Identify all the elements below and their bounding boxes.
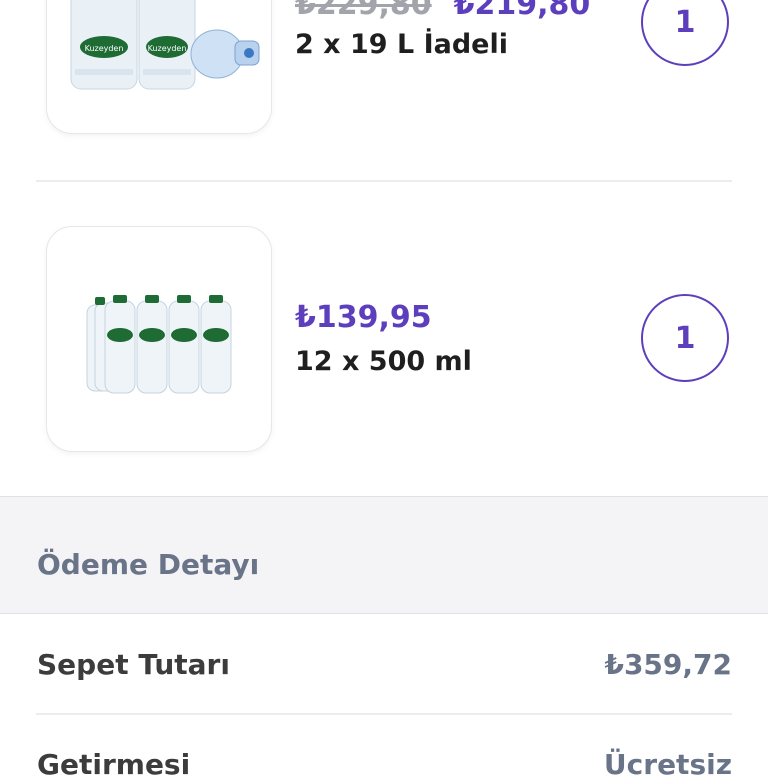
water-bottle-pack-image — [86, 295, 232, 394]
price-row: ₺139,95 — [295, 300, 432, 335]
product-image[interactable]: Kuzeyden Kuzeyden — [46, 0, 272, 134]
product-name: 12 x 500 ml — [295, 346, 472, 377]
product-item: ₺139,95 12 x 500 ml 1 — [0, 180, 768, 496]
price-row: ₺229,80 ₺219,80 — [295, 0, 590, 22]
product-name: 2 x 19 L İadeli — [295, 29, 508, 60]
section-title: Ödeme Detayı — [37, 548, 260, 581]
product-image[interactable] — [46, 226, 272, 452]
old-price: ₺229,80 — [295, 0, 432, 22]
basket-total-value: ₺359,72 — [604, 648, 732, 681]
basket-total-label: Sepet Tutarı — [37, 648, 230, 681]
divider — [36, 713, 732, 715]
price: ₺219,80 — [453, 0, 591, 22]
delivery-fee-label: Getirmesi — [37, 748, 191, 781]
water-jug-image: Kuzeyden Kuzeyden — [70, 0, 260, 90]
quantity-button[interactable]: 1 — [641, 0, 729, 66]
delivery-fee-value: Ücretsiz — [603, 748, 732, 781]
svg-text:Kuzeyden: Kuzeyden — [85, 44, 124, 53]
price: ₺139,95 — [295, 300, 432, 335]
product-item: Kuzeyden Kuzeyden ₺229,80 ₺219,80 2 x 19 … — [0, 0, 768, 180]
quantity-button[interactable]: 1 — [641, 294, 729, 382]
svg-text:Kuzeyden: Kuzeyden — [148, 44, 187, 53]
